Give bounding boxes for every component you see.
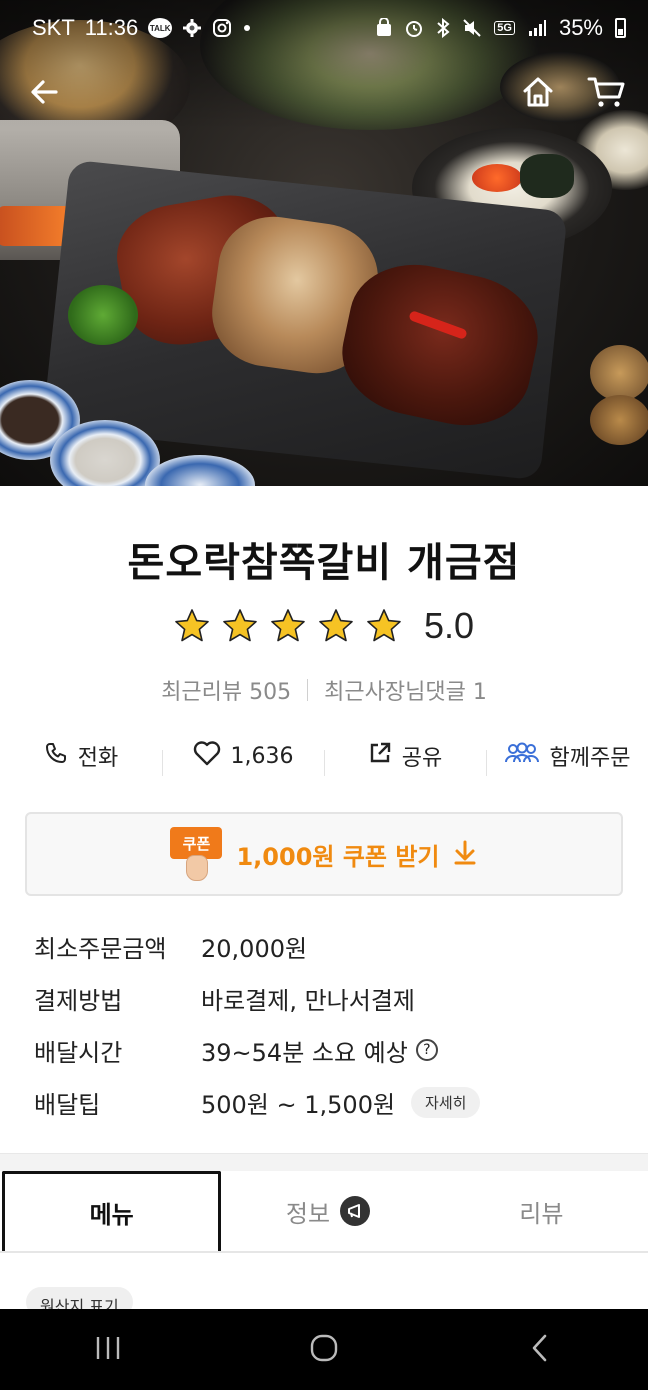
call-label: 전화	[77, 746, 119, 771]
info-row-min-order: 최소주문금액 20,000원	[34, 920, 614, 972]
coupon-icon: 쿠폰	[170, 825, 224, 883]
tab-label: 정보	[285, 1199, 331, 1228]
coupon-text: 1,000원 쿠폰 받기	[236, 842, 440, 871]
info-row-delivery-tip: 배달팁 500원 ~ 1,500원 자세히	[34, 1076, 614, 1128]
hand-icon	[186, 855, 209, 881]
tab-info[interactable]: 정보	[221, 1171, 434, 1251]
recents-button[interactable]	[68, 1320, 148, 1380]
share-icon	[368, 741, 392, 771]
star-icon	[271, 609, 305, 642]
system-nav-bar	[0, 1309, 648, 1390]
arrow-left-icon	[28, 76, 60, 112]
star-icon	[319, 609, 353, 642]
status-bar-right: 5G 35%	[376, 15, 626, 41]
network-type: 5G	[494, 21, 515, 35]
delivery-tip-detail-button[interactable]: 자세히	[411, 1086, 481, 1118]
question-icon[interactable]: ?	[415, 1039, 438, 1061]
mute-icon	[462, 18, 482, 38]
dot-icon	[242, 23, 252, 33]
gear-icon	[182, 18, 202, 38]
status-bar: SKT 11:36 TALK 5G 35%	[0, 0, 648, 56]
store-info-table: 최소주문금액 20,000원 결제방법 바로결제, 만나서결제 배달시간 39~…	[34, 920, 614, 1128]
bluetooth-icon	[436, 18, 450, 38]
section-divider	[0, 1153, 648, 1171]
info-row-delivery-time: 배달시간 39~54분 소요 예상 ?	[34, 1024, 614, 1076]
like-count: 1,636	[230, 743, 294, 769]
home-nav-button[interactable]	[284, 1320, 364, 1380]
divider	[307, 679, 309, 701]
info-value: 바로결제, 만나서결제	[201, 981, 415, 1016]
instagram-icon	[212, 18, 232, 38]
tab-label: 메뉴	[89, 1201, 134, 1229]
review-meta: 최근리뷰 505 최근사장님댓글 1	[0, 674, 648, 706]
info-key: 배달팁	[34, 1090, 101, 1119]
share-button[interactable]: 공유	[324, 740, 486, 776]
home-icon	[521, 75, 555, 113]
clock: 11:36	[84, 15, 139, 40]
group-icon	[504, 741, 540, 771]
chevron-left-icon	[530, 1333, 550, 1367]
star-rating	[174, 608, 402, 644]
group-order-button[interactable]: 함께주문	[486, 740, 648, 776]
star-icon	[175, 609, 209, 642]
rice-ball	[590, 345, 648, 401]
coupon-download-button[interactable]: 쿠폰 1,000원 쿠폰 받기	[25, 812, 623, 896]
alarm-lock-icon	[376, 18, 392, 38]
store-tabs: 메뉴 정보 리뷰	[0, 1171, 648, 1253]
garnish	[68, 285, 138, 345]
call-button[interactable]: 전화	[0, 740, 162, 772]
rice-ball	[590, 395, 648, 445]
info-value-text: 39~54분 소요 예상	[201, 1038, 408, 1067]
recents-icon	[93, 1335, 123, 1365]
info-row-payment: 결제방법 바로결제, 만나서결제	[34, 972, 614, 1024]
info-value: 20,000원	[201, 929, 307, 964]
rating-row[interactable]: 5.0	[0, 605, 648, 647]
megaphone-icon	[340, 1196, 371, 1226]
alarm-icon	[404, 18, 424, 38]
star-icon	[223, 609, 257, 642]
back-nav-button[interactable]	[500, 1320, 580, 1380]
dish	[145, 455, 255, 486]
tab-label: 리뷰	[519, 1199, 564, 1228]
star-icon	[367, 609, 401, 642]
cart-icon	[587, 75, 625, 113]
phone-icon	[44, 741, 68, 771]
rating-value: 5.0	[423, 605, 475, 646]
info-key: 결제방법	[34, 986, 123, 1015]
fish-roe	[472, 164, 522, 192]
info-value: 39~54분 소요 예상 ?	[201, 1033, 438, 1068]
cart-button[interactable]	[582, 72, 630, 116]
store-name: 돈오락참쪽갈비 개금점	[127, 540, 521, 586]
info-value-text: 바로결제, 만나서결제	[201, 986, 415, 1015]
info-key: 최소주문금액	[34, 934, 167, 963]
like-button[interactable]: 1,636	[162, 740, 324, 776]
heart-icon	[193, 740, 221, 772]
owner-replies-link[interactable]: 최근사장님댓글 1	[324, 674, 487, 706]
recent-reviews-link[interactable]: 최근리뷰 505	[161, 674, 291, 706]
tab-review[interactable]: 리뷰	[435, 1171, 648, 1251]
talk-icon: TALK	[148, 18, 173, 38]
info-key: 배달시간	[34, 1038, 123, 1067]
store-actions: 전화 1,636 공유 함께주문	[0, 728, 648, 784]
info-value-text: 500원 ~ 1,500원	[201, 1090, 396, 1119]
battery-icon	[615, 18, 626, 38]
share-label: 공유	[401, 746, 443, 771]
battery-percent: 35%	[558, 15, 603, 40]
signal-icon	[527, 18, 547, 38]
download-icon	[452, 839, 478, 869]
back-button[interactable]	[22, 72, 66, 116]
info-value-text: 20,000원	[201, 934, 308, 963]
home-button[interactable]	[516, 72, 560, 116]
home-circle-icon	[309, 1333, 339, 1367]
group-order-label: 함께주문	[549, 746, 631, 771]
info-value: 500원 ~ 1,500원 자세히	[201, 1085, 481, 1120]
carrier: SKT	[32, 15, 75, 40]
seaweed	[520, 154, 574, 198]
status-bar-left: SKT 11:36 TALK	[32, 15, 252, 41]
tab-menu[interactable]: 메뉴	[2, 1171, 222, 1251]
